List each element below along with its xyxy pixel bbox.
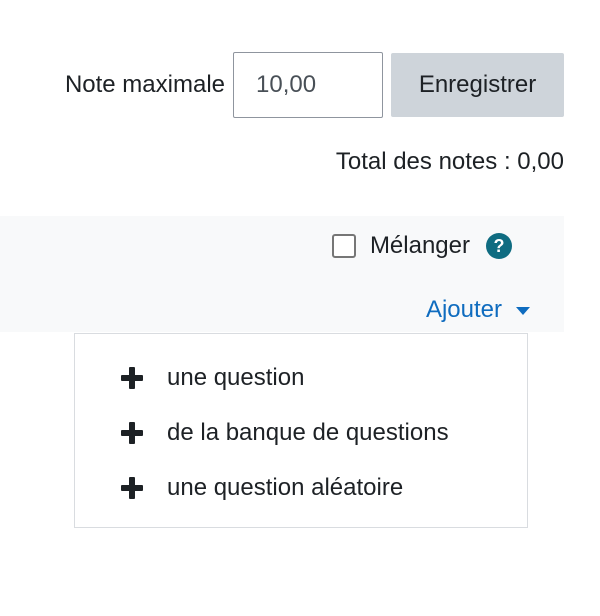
plus-icon [119, 475, 145, 501]
quiz-edit-page: Note maximale Enregistrer Total des note… [0, 0, 600, 616]
max-grade-input[interactable] [233, 52, 383, 118]
shuffle-checkbox[interactable] [331, 234, 356, 258]
max-grade-label: Note maximale [64, 71, 225, 98]
add-menu-toggle[interactable]: Ajouter [426, 296, 530, 324]
caret-down-icon [516, 307, 530, 315]
total-grades: Total des notes : 0,00 [335, 148, 564, 175]
add-dropdown-menu: une question de la banque de questions u… [74, 333, 528, 528]
menu-item-from-question-bank[interactable]: de la banque de questions [119, 419, 449, 447]
question-circle-icon[interactable]: ? [486, 233, 512, 259]
menu-item-random-question[interactable]: une question aléatoire [119, 474, 403, 502]
max-grade-form: Note maximale Enregistrer [0, 52, 564, 118]
menu-item-label: de la banque de questions [167, 419, 449, 446]
add-menu-label: Ajouter [425, 296, 502, 323]
menu-item-new-question[interactable]: une question [119, 364, 304, 392]
menu-item-label: une question aléatoire [167, 474, 404, 501]
save-button[interactable]: Enregistrer [391, 53, 564, 117]
menu-item-label: une question [167, 364, 305, 391]
plus-icon [119, 365, 145, 391]
plus-icon [119, 420, 145, 446]
shuffle-label: Mélanger [369, 232, 470, 259]
shuffle-control: Mélanger ? [331, 232, 512, 260]
